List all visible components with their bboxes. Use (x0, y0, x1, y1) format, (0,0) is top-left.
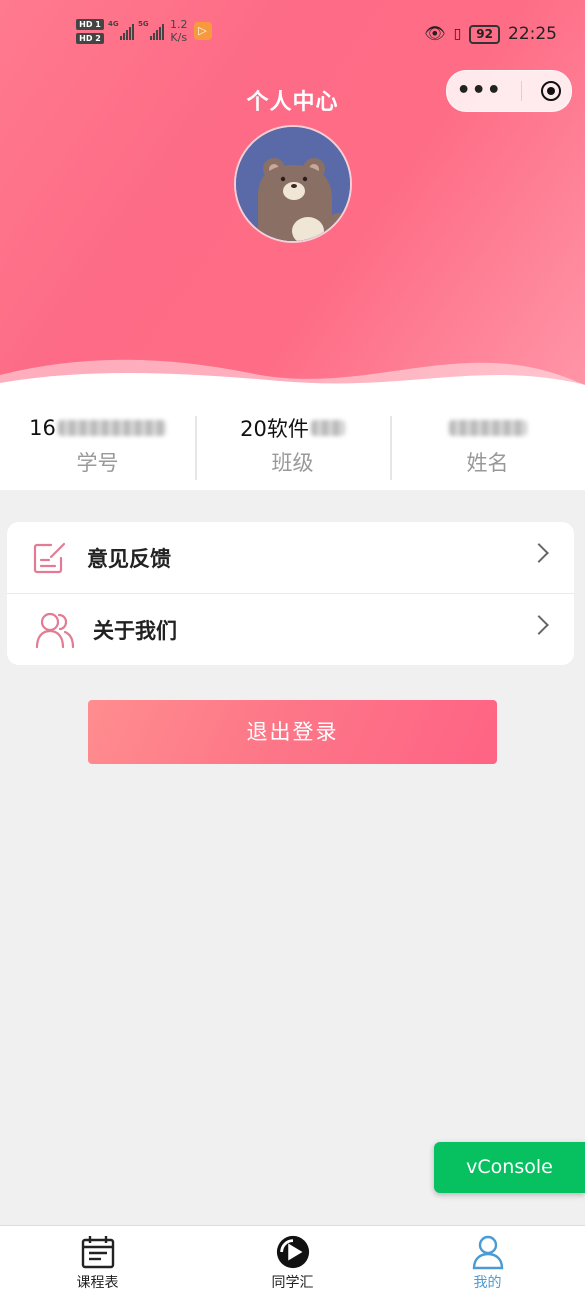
tab-schedule[interactable]: 课程表 (0, 1226, 195, 1300)
student-id-value: 16 (29, 416, 56, 440)
tab-classmates[interactable]: 同学汇 (195, 1226, 390, 1300)
users-icon (35, 610, 75, 650)
tab-label: 同学汇 (271, 1275, 314, 1291)
vconsole-button[interactable]: vConsole (434, 1142, 585, 1193)
logout-button[interactable]: 退出登录 (88, 700, 497, 764)
name-label: 姓名 (466, 451, 509, 475)
menu-item-feedback[interactable]: 意见反馈 (7, 522, 574, 593)
tab-bar: 课程表 同学汇 我的 (0, 1225, 585, 1300)
class-label: 班级 (271, 451, 314, 475)
calendar-icon (81, 1236, 114, 1269)
close-target-icon[interactable] (541, 81, 562, 101)
tab-label: 我的 (473, 1275, 502, 1291)
hd-badge: HD 1 (76, 18, 104, 30)
status-bar: HD 1 HD 2 4G 5G 1.2 K/s ▷ 👁 ▯ 92 22:25 (0, 18, 585, 54)
redacted-text (310, 420, 345, 436)
redacted-text (57, 420, 166, 436)
more-icon[interactable]: ••• (457, 80, 502, 102)
eye-icon: 👁 (423, 24, 446, 44)
menu-item-label: 关于我们 (93, 618, 177, 643)
app-notification-icon: ▷ (193, 22, 212, 40)
battery-indicator: 92 (469, 24, 500, 44)
user-icon (472, 1235, 503, 1270)
signal-icon: 5G (138, 20, 164, 40)
avatar[interactable] (234, 125, 352, 243)
profile-info: 16 学号 20软件 班级 姓名 (0, 400, 585, 490)
menu-item-about[interactable]: 关于我们 (7, 593, 574, 665)
chevron-right-icon (529, 543, 549, 563)
signal-icon: 4G (108, 20, 134, 40)
network-type: 5G (138, 20, 149, 28)
tab-label: 课程表 (76, 1275, 119, 1291)
redacted-text (448, 420, 527, 436)
network-type: 4G (108, 20, 119, 28)
student-id-label: 学号 (76, 451, 119, 475)
student-id-field: 16 学号 (0, 400, 195, 490)
name-field: 姓名 (390, 400, 585, 490)
edit-icon (29, 538, 69, 578)
wave-decoration (0, 359, 585, 400)
settings-menu: 意见反馈 关于我们 (7, 522, 574, 665)
play-circle-icon (276, 1235, 309, 1269)
class-value: 20软件 (240, 417, 309, 441)
network-speed: 1.2 K/s (170, 18, 188, 44)
clock: 22:25 (508, 24, 557, 44)
menu-item-label: 意见反馈 (87, 546, 171, 571)
vibrate-icon: ▯ (453, 26, 462, 42)
tab-mine[interactable]: 我的 (390, 1226, 585, 1300)
bear-avatar-icon (236, 127, 350, 241)
miniprogram-capsule[interactable]: ••• (446, 70, 572, 112)
class-field: 20软件 班级 (195, 400, 390, 490)
chevron-right-icon (529, 615, 549, 635)
hd-badge: HD 2 (76, 32, 104, 44)
capsule-divider (521, 81, 523, 101)
